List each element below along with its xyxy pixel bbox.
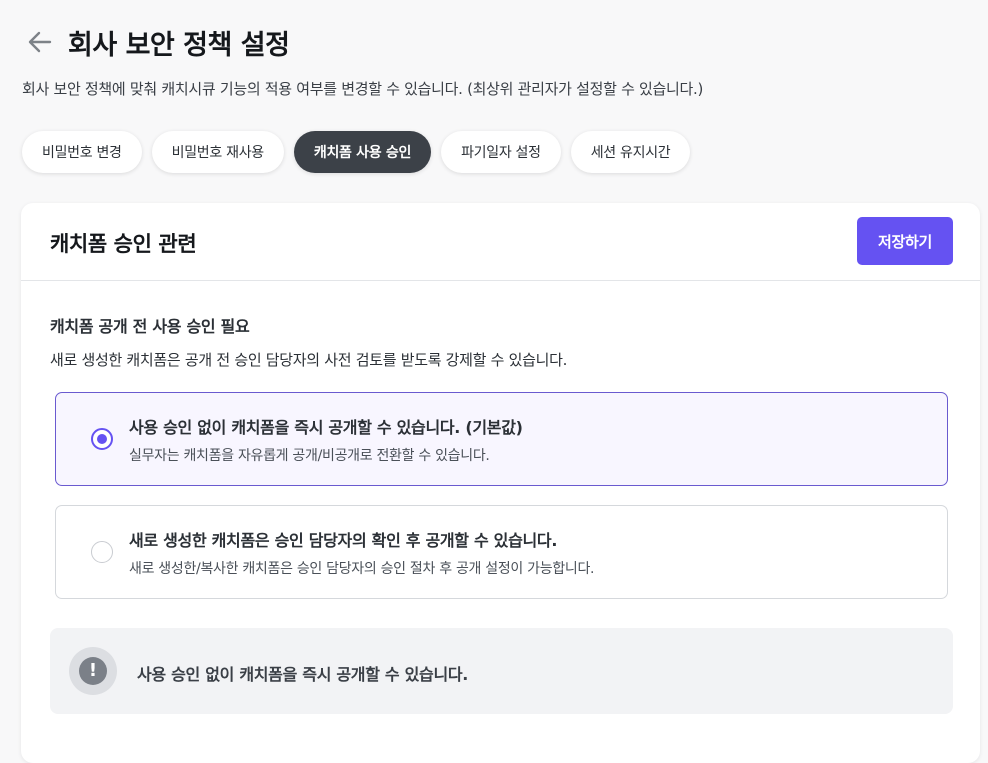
- section-title: 캐치폼 공개 전 사용 승인 필요: [50, 317, 250, 336]
- arrow-left-icon: [28, 31, 52, 53]
- card-header: 캐치폼 승인 관련 저장하기: [21, 203, 980, 281]
- page-title: 회사 보안 정책 설정: [68, 29, 290, 61]
- option-immediate-publish[interactable]: 사용 승인 없이 캐치폼을 즉시 공개할 수 있습니다. (기본값) 실무자는 …: [55, 392, 948, 486]
- card-title: 캐치폼 승인 관련: [50, 232, 197, 256]
- notice-icon-container: !: [69, 647, 117, 695]
- policy-tabs: 비밀번호 변경 비밀번호 재사용 캐치폼 사용 승인 파기일자 설정 세션 유지…: [22, 131, 691, 173]
- option-description: 새로 생성한/복사한 캐치폼은 승인 담당자의 승인 절차 후 공개 설정이 가…: [129, 561, 595, 577]
- settings-card: 캐치폼 승인 관련 저장하기 캐치폼 공개 전 사용 승인 필요 새로 생성한 …: [21, 203, 980, 763]
- tab-password-reuse[interactable]: 비밀번호 재사용: [151, 131, 284, 173]
- notice-box: ! 사용 승인 없이 캐치폼을 즉시 공개할 수 있습니다.: [50, 628, 953, 714]
- radio-button-checked[interactable]: [91, 428, 113, 450]
- exclamation-icon: !: [79, 657, 107, 685]
- option-title: 새로 생성한 캐치폼은 승인 담당자의 확인 후 공개할 수 있습니다.: [129, 531, 558, 550]
- tab-session-duration[interactable]: 세션 유지시간: [570, 131, 691, 173]
- option-require-approval[interactable]: 새로 생성한 캐치폼은 승인 담당자의 확인 후 공개할 수 있습니다. 새로 …: [55, 505, 948, 599]
- save-button[interactable]: 저장하기: [857, 217, 953, 265]
- option-title: 사용 승인 없이 캐치폼을 즉시 공개할 수 있습니다. (기본값): [129, 418, 523, 437]
- tab-password-change[interactable]: 비밀번호 변경: [22, 131, 142, 173]
- tab-destruction-date[interactable]: 파기일자 설정: [441, 131, 561, 173]
- radio-button-unchecked[interactable]: [91, 541, 113, 563]
- notice-text: 사용 승인 없이 캐치폼을 즉시 공개할 수 있습니다.: [137, 665, 469, 684]
- page-description: 회사 보안 정책에 맞춰 캐치시큐 기능의 적용 여부를 변경할 수 있습니다.…: [22, 80, 704, 98]
- section-description: 새로 생성한 캐치폼은 공개 전 승인 담당자의 사전 검토를 받도록 강제할 …: [50, 351, 568, 369]
- back-button[interactable]: [24, 26, 56, 58]
- option-description: 실무자는 캐치폼을 자유롭게 공개/비공개로 전환할 수 있습니다.: [129, 448, 490, 464]
- page-header: 회사 보안 정책 설정: [24, 22, 290, 62]
- tab-catchform-approval[interactable]: 캐치폼 사용 승인: [293, 131, 432, 173]
